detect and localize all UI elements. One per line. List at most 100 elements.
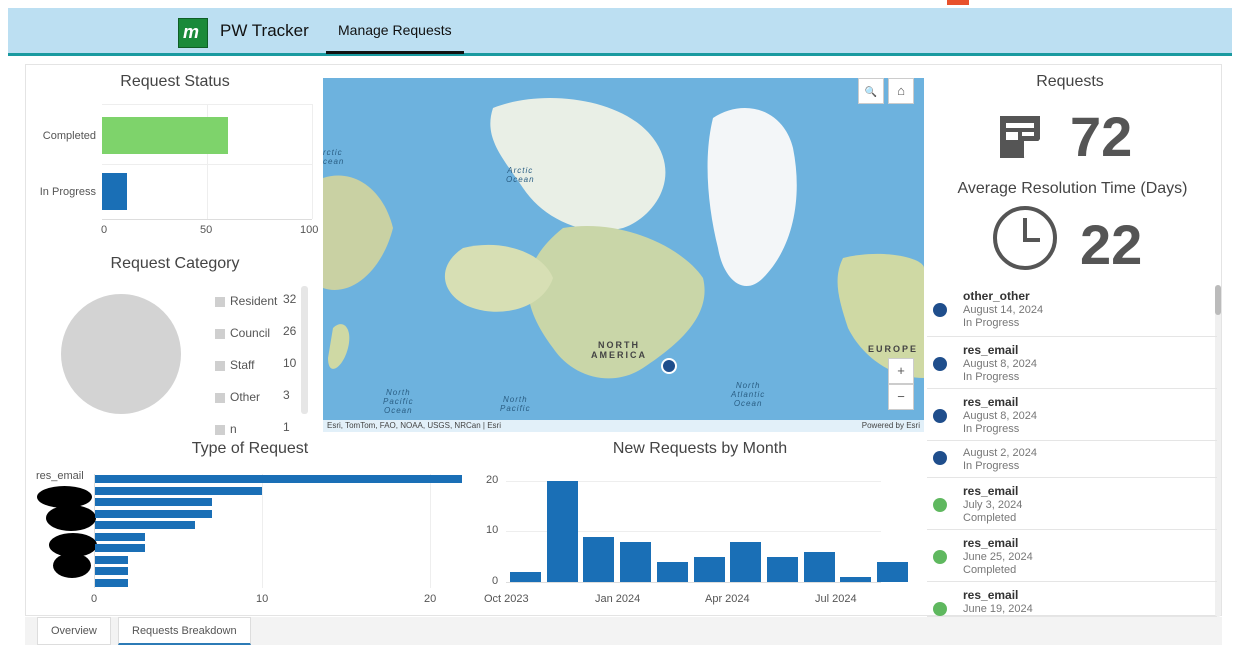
category-pie-chart xyxy=(61,294,181,414)
type-bar[interactable] xyxy=(95,555,129,564)
map-zoom-out-button[interactable]: − xyxy=(888,384,914,410)
legend-label[interactable]: Resident xyxy=(230,294,277,308)
tab-requests-breakdown[interactable]: Requests Breakdown xyxy=(118,617,251,645)
month-bar[interactable] xyxy=(730,541,762,582)
request-doc-icon xyxy=(933,409,947,423)
map-view[interactable]: rctic cean Arctic Ocean NORTH AMERICA EU… xyxy=(323,78,924,432)
map-zoom-in-button[interactable]: + xyxy=(888,358,914,384)
tab-manage-requests[interactable]: Manage Requests xyxy=(326,8,464,54)
map-label-europe: EUROPE xyxy=(868,344,919,354)
type-bar[interactable] xyxy=(95,521,196,529)
tab-overview[interactable]: Overview xyxy=(37,617,111,645)
request-doc-icon xyxy=(933,602,947,616)
status-bar-label: In Progress xyxy=(39,186,96,198)
month-bar[interactable] xyxy=(656,561,688,582)
request-list-item[interactable]: August 2, 2024 In Progress xyxy=(927,441,1217,478)
request-list-item[interactable]: res_email June 25, 2024 Completed xyxy=(927,530,1217,582)
month-bar[interactable] xyxy=(620,541,652,582)
request-list-item[interactable]: res_email July 3, 2024 Completed xyxy=(927,478,1217,530)
avg-resolution-title: Average Resolution Time (Days) xyxy=(957,180,1188,197)
month-bar[interactable] xyxy=(693,556,725,582)
legend-scrollbar[interactable] xyxy=(301,286,308,414)
request-list-item[interactable]: other_other August 14, 2024 In Progress xyxy=(927,283,1217,337)
legend-swatch[interactable] xyxy=(215,361,225,371)
request-status: Completed xyxy=(963,564,1017,576)
map-label-north-pacific: North Pacific xyxy=(500,395,531,413)
request-doc-icon xyxy=(933,451,947,465)
month-bar[interactable] xyxy=(510,571,541,582)
logo-glyph: m xyxy=(183,22,200,42)
request-list-item[interactable]: res_email August 8, 2024 In Progress xyxy=(927,337,1217,389)
request-list-item[interactable]: res_email June 19, 2024 xyxy=(927,582,1217,617)
month-bar[interactable] xyxy=(840,576,872,582)
month-bar[interactable] xyxy=(803,551,835,582)
map-attribution: Esri, TomTom, FAO, NOAA, USGS, NRCan | E… xyxy=(327,421,501,430)
legend-swatch[interactable] xyxy=(215,425,225,435)
minus-icon: − xyxy=(897,389,905,404)
request-category-title: Request Category xyxy=(110,255,240,272)
map-search-button[interactable]: 🔍 xyxy=(858,78,884,104)
map-home-button[interactable]: ⌂ xyxy=(888,78,914,104)
map-request-marker[interactable] xyxy=(661,358,677,374)
request-doc-icon xyxy=(933,498,947,512)
request-doc-icon xyxy=(933,357,947,371)
search-icon: 🔍 xyxy=(864,87,878,98)
request-date: June 25, 2024 xyxy=(963,551,1033,563)
month-y-tick: 0 xyxy=(492,575,499,587)
month-bar[interactable] xyxy=(877,561,908,582)
map-label-north-pacific-left: North Pacific Ocean xyxy=(383,388,414,415)
status-bar[interactable] xyxy=(102,173,128,210)
month-bar[interactable] xyxy=(546,481,578,582)
type-bar[interactable] xyxy=(95,486,262,495)
request-status-title: Request Status xyxy=(120,73,230,90)
avg-resolution-value: 22 xyxy=(1080,213,1143,276)
map-label-north-atlantic: North Atlantic Ocean xyxy=(731,381,766,408)
type-x-tick: 10 xyxy=(256,593,269,605)
axis-line xyxy=(506,582,881,583)
type-bar[interactable] xyxy=(95,567,129,575)
legend-swatch[interactable] xyxy=(215,329,225,339)
plus-icon: + xyxy=(897,363,905,378)
request-status: In Progress xyxy=(963,371,1020,383)
type-bar[interactable] xyxy=(95,509,212,518)
month-bar[interactable] xyxy=(583,536,615,582)
legend-swatch[interactable] xyxy=(215,393,225,403)
type-bar[interactable] xyxy=(95,475,462,483)
legend-value: 3 xyxy=(283,388,290,402)
gridline xyxy=(262,474,263,588)
request-date: August 8, 2024 xyxy=(963,410,1038,422)
requests-title: Requests xyxy=(1036,73,1104,90)
legend-label[interactable]: Other xyxy=(230,390,260,404)
redaction-mark xyxy=(46,505,96,531)
legend-value: 10 xyxy=(283,356,297,370)
legend-label[interactable]: Staff xyxy=(230,358,254,372)
legend-label[interactable]: n xyxy=(230,422,237,436)
request-document-icon xyxy=(1000,116,1040,158)
type-bar[interactable] xyxy=(95,578,129,587)
type-bar[interactable] xyxy=(95,498,212,506)
type-bar[interactable] xyxy=(95,544,146,552)
month-bar[interactable] xyxy=(766,556,798,582)
type-bar[interactable] xyxy=(95,532,146,541)
request-status: In Progress xyxy=(963,460,1020,472)
map-powered-by[interactable]: Powered by Esri xyxy=(862,421,920,430)
legend-label[interactable]: Council xyxy=(230,326,270,340)
request-date: August 2, 2024 xyxy=(963,447,1038,459)
request-list-item[interactable]: res_email August 8, 2024 In Progress xyxy=(927,389,1217,441)
axis-line xyxy=(102,219,312,220)
request-title: other_other xyxy=(963,289,1030,303)
gridline xyxy=(312,104,313,219)
status-x-tick: 100 xyxy=(300,224,319,236)
map-canvas xyxy=(323,78,924,432)
request-status: In Progress xyxy=(963,423,1020,435)
top-strip xyxy=(0,0,1243,8)
gridline xyxy=(430,474,431,588)
legend-swatch[interactable] xyxy=(215,297,225,307)
map-label-north-america: NORTH AMERICA xyxy=(591,340,647,360)
legend-value: 1 xyxy=(283,420,290,434)
request-doc-icon xyxy=(933,550,947,564)
status-bar[interactable] xyxy=(102,117,228,154)
status-x-tick: 50 xyxy=(200,224,213,236)
map-label-arctic: Arctic Ocean xyxy=(506,166,535,184)
type-of-request-title: Type of Request xyxy=(191,440,309,457)
